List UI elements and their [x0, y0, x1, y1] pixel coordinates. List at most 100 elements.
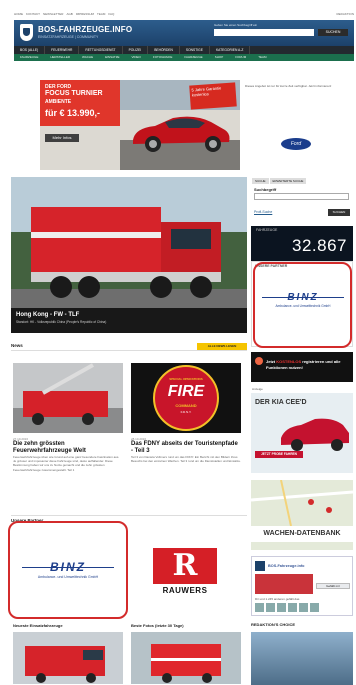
news-image-1[interactable] [13, 363, 123, 433]
badge-line2: FIRE [167, 383, 205, 400]
subnav-item[interactable]: VIDEO [126, 54, 147, 61]
subnav-item[interactable]: FOTOGRAFIE [147, 54, 178, 61]
secondary-nav: FAHRZEUGE HERSTELLER WACHE EINSATZE VIDE… [14, 54, 354, 61]
tab-advanced-search[interactable]: ERWEITERTE SUCHE [269, 178, 307, 184]
subnav-item[interactable]: EINSATZE [99, 54, 125, 61]
toplink[interactable]: FAQ [108, 12, 114, 18]
subnav-item[interactable]: FORUM [229, 54, 252, 61]
toplink[interactable]: TEAM [97, 12, 105, 18]
binz-subtitle: Ambulance- und Umwelttechnik GmbH [37, 575, 99, 579]
site-subtitle: EINSATZFAHRZEUGE | COMMUNITY [38, 35, 99, 39]
ad-side-text: Dieses Angebot ist nur für kurze Zeit ve… [245, 84, 332, 88]
logo-shield-icon[interactable] [20, 24, 33, 41]
avatar[interactable] [266, 603, 275, 612]
map-title: WACHEN-DATENBANK [251, 526, 353, 542]
site-logo-icon [255, 561, 265, 571]
vehicle-counter: FAHRZEUGE 32.867 [251, 226, 353, 262]
sidebar-search-input[interactable] [254, 193, 349, 200]
toplink[interactable]: KONTAKT [26, 12, 40, 18]
pro-search-link[interactable]: Profi-Suche [254, 210, 272, 214]
badge-line3: COMMAND [175, 403, 197, 408]
nav-item[interactable]: KATEGORIEN A-Z [210, 46, 251, 54]
toplink[interactable]: HOME [14, 12, 23, 18]
binz-subtitle: Ambulance- und Umwelttechnik GmbH [275, 304, 331, 308]
ad-guarantee-stamp: 5 Jahre Garantie kostenlos [189, 82, 237, 110]
badge-line4: F.D.N.Y. [180, 410, 192, 414]
nav-item[interactable]: POLIZEI [123, 46, 149, 54]
tab-search[interactable]: SUCHE [252, 178, 269, 184]
promo-text: Jetzt KOSTENLOS registrieren und alle Fu… [266, 359, 350, 370]
ad-line3: AMBIENTE [45, 99, 72, 105]
subnav-item[interactable]: SHOP [209, 54, 230, 61]
fb-like-button[interactable]: Gefällt mir [316, 583, 350, 589]
news-image-2[interactable]: SPECIAL OPERATIONS FIRE COMMAND F.D.N.Y. [131, 363, 241, 433]
sidebar-search-tabs: SUCHE ERWEITERTE SUCHE [252, 178, 352, 184]
rauwers-logo[interactable]: R RAUWERS [147, 546, 223, 600]
toplink[interactable]: IMPRESSUM [76, 12, 94, 18]
ford-logo-icon: Ford [281, 138, 311, 150]
binz-logo-text: BINZ [287, 292, 319, 303]
binz-logo-side[interactable]: BINZ Ambulance- und Umwelttechnik GmbH [262, 292, 344, 320]
kia-ad[interactable]: DER KIA CEE'D JETZT PROBE FAHREN [251, 393, 353, 473]
promo-highlight: KOSTENLOS [276, 359, 302, 364]
top-links: HOME KONTAKT NEWSLETTER AGB IMPRESSUM TE… [14, 12, 354, 18]
news-title: News [11, 343, 23, 348]
news-item-1: 27.10.2016 Die zehn grössten Feuerwehrfa… [13, 437, 123, 472]
kia-title: DER KIA CEE'D [255, 399, 307, 406]
newest-vehicle-photo[interactable] [13, 632, 123, 684]
fb-cover-image [255, 574, 313, 594]
search-button[interactable]: SUCHEN [318, 29, 348, 36]
avatar[interactable] [255, 603, 264, 612]
nav-item[interactable]: FEUERWEHR [45, 46, 80, 54]
site-header: BOS-FAHRZEUGE.INFO EINSATZFAHRZEUGE | CO… [14, 20, 354, 46]
nav-item[interactable]: RETTUNGSDIENST [79, 46, 123, 54]
hero-feature[interactable]: Hong Kong - FW - TLF Standort: HK - Volk… [11, 177, 247, 333]
best-photos-header: Beste Fotos (letzte 30 Tage) [131, 623, 184, 628]
hero-caption: Hong Kong - FW - TLF Standort: HK - Volk… [11, 308, 247, 333]
subnav-item[interactable]: HERSTELLER [44, 54, 76, 61]
kia-test-drive-button[interactable]: JETZT PROBE FAHREN [255, 451, 303, 458]
news-headline[interactable]: Die zehn grössten Feuerwehrfahrzeuge Wel… [13, 441, 123, 455]
toplink[interactable]: REDAKTION [336, 12, 354, 18]
subnav-item[interactable]: FAHRZEUGE [178, 54, 208, 61]
ad-line2: FOCUS TURNIER [45, 90, 103, 97]
facebook-widget: BOS-Fahrzeuge.info Gefällt mir Dir und 1… [251, 556, 353, 616]
avatar[interactable] [277, 603, 286, 612]
nav-item[interactable]: BEHÖRDEN [148, 46, 180, 54]
all-news-button[interactable]: ALLE NEWS LESEN [197, 343, 247, 350]
ad-more-button[interactable]: Mehr Infos [45, 134, 79, 142]
avatar[interactable] [299, 603, 308, 612]
news-item-2: 28.10.2016 Das FDNY abseits der Touriste… [131, 437, 241, 463]
binz-logo-main[interactable]: BINZ Ambulance- und Umwelttechnik GmbH [22, 560, 114, 590]
nav-item[interactable]: BOS (ALLE) [14, 46, 46, 54]
hero-title[interactable]: Hong Kong - FW - TLF [16, 312, 242, 318]
subnav-item[interactable]: FAHRZEUGE [14, 54, 44, 61]
rauwers-name: RAUWERS [162, 586, 208, 595]
subnav-item[interactable]: WACHE [76, 54, 99, 61]
editors-choice[interactable]: REDAKTION'S CHOICE [251, 622, 353, 685]
toplink[interactable]: NEWSLETTER [43, 12, 64, 18]
promo-text-start: Jetzt [266, 359, 276, 364]
fb-page-name[interactable]: BOS-Fahrzeuge.info [268, 564, 305, 568]
fb-header: BOS-Fahrzeuge.info [255, 560, 351, 572]
hero-subtitle: Standort: HK - Volksrepublik China (Peop… [16, 320, 107, 324]
ford-ad-banner[interactable]: DER FORD FOCUS TURNIER AMBIENTE für € 13… [40, 80, 240, 170]
divider [11, 515, 247, 516]
search-label: Geben Sie einen Suchbegriff ein [214, 23, 258, 27]
site-title[interactable]: BOS-FAHRZEUGE.INFO [38, 25, 132, 34]
nav-item[interactable]: SONSTIGE [180, 46, 210, 54]
sidebar-search-button[interactable]: SUCHEN [328, 209, 350, 216]
news-headline[interactable]: Das FDNY abseits der Touristenpfade - Te… [131, 441, 241, 455]
sidebar-search-label: Suchbegriff [254, 187, 277, 192]
vehicle-photo [131, 632, 241, 684]
toplink[interactable]: AGB [66, 12, 72, 18]
news-teaser: Feuerwehrfahrzeuge üben wie Grund auf ei… [13, 455, 120, 472]
search-input[interactable] [214, 29, 314, 36]
avatar[interactable] [310, 603, 319, 612]
ad-side-panel[interactable]: Dieses Angebot ist nur für kurze Zeit ve… [245, 80, 350, 170]
register-promo[interactable]: Jetzt KOSTENLOS registrieren und alle Fu… [251, 352, 353, 382]
avatar[interactable] [288, 603, 297, 612]
subnav-item[interactable]: TEAM [252, 54, 272, 61]
station-database-map[interactable]: WACHEN-DATENBANK [251, 480, 353, 550]
best-photo[interactable] [131, 632, 241, 684]
